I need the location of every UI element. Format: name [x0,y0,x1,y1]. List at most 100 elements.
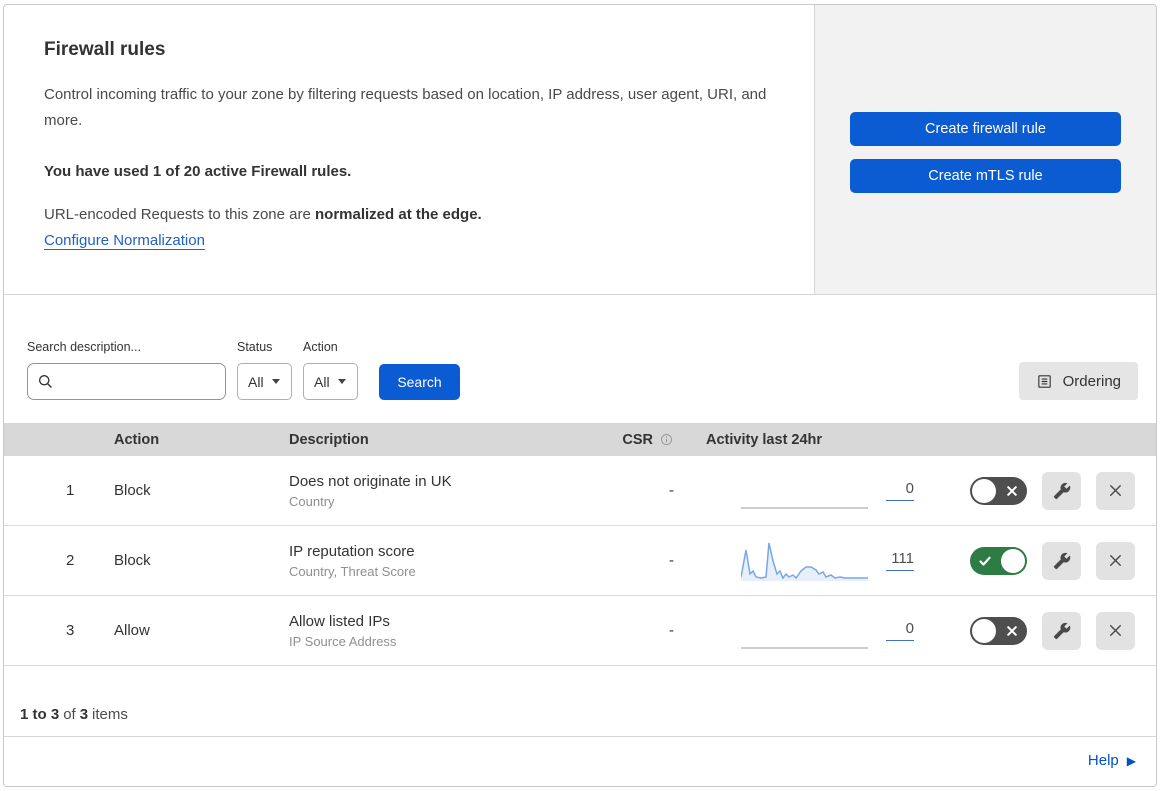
activity-count-link[interactable]: 111 [886,551,914,571]
rule-csr-value: - [669,552,674,569]
rule-controls [941,611,1156,650]
rule-description-cell: Allow listed IPs IP Source Address [289,613,596,649]
edit-rule-button[interactable] [1042,471,1081,510]
rule-controls [941,471,1156,510]
ordering-list-icon [1037,374,1051,388]
firewall-rules-page: Firewall rules Control incoming traffic … [3,4,1157,787]
activity-sparkline [741,542,868,581]
action-select[interactable]: All [303,363,358,400]
table-body: 1 Block Does not originate in UK Country… [4,456,1156,666]
rule-action: Allow [114,622,150,639]
rule-priority: 3 [66,622,75,639]
toggle-knob [972,478,996,503]
rule-controls [941,541,1156,580]
toggle-x-icon [1007,625,1017,636]
col-csr-label: CSR [622,431,653,448]
filter-controls: Search description... Status All Action … [27,340,460,400]
rule-activity-cell: 0 [686,471,941,511]
rule-description-cell: Does not originate in UK Country [289,473,596,509]
arrow-right-icon: ▶ [1126,753,1136,768]
normalization-note-text: URL-encoded Requests to this zone are [44,205,315,223]
toggle-check-icon [979,556,991,566]
help-link[interactable]: Help ▶ [1088,752,1136,769]
activity-sparkline [741,506,868,509]
status-filter: Status All [237,340,292,400]
status-select[interactable]: All [237,363,292,400]
configure-normalization-link[interactable]: Configure Normalization [44,232,205,249]
wrench-icon [1053,482,1070,499]
delete-rule-button[interactable] [1096,611,1135,650]
rule-csr-value: - [669,622,674,639]
rule-criteria: Country [289,493,335,509]
normalization-note: URL-encoded Requests to this zone are no… [44,206,774,223]
search-icon [38,374,52,388]
action-label: Action [303,340,338,354]
table-row: 2 Block IP reputation score Country, Thr… [4,526,1156,596]
page-description: Control incoming traffic to your zone by… [44,86,767,130]
close-icon [1110,625,1121,636]
rule-enabled-toggle[interactable] [970,616,1027,645]
item-total: 3 [79,706,89,723]
col-description: Description [289,431,369,448]
pagination-summary: 1 to 3 of 3 items [4,666,1156,736]
filter-bar: Search description... Status All Action … [4,295,1156,423]
search-input[interactable] [54,372,216,391]
of-text: of [63,706,76,723]
chevron-down-icon [337,379,346,384]
toggle-knob [1001,548,1025,573]
edit-rule-button[interactable] [1042,611,1081,650]
search-field: Search description... [27,340,226,400]
search-label: Search description... [27,340,141,354]
rule-description: Does not originate in UK [289,472,452,490]
search-button[interactable]: Search [379,364,460,400]
col-csr: CSR [596,432,686,448]
help-bar: Help ▶ [4,736,1156,784]
activity-sparkline [741,646,868,649]
item-range: 1 to 3 [20,706,60,723]
col-activity: Activity last 24hr [706,431,823,448]
rule-action: Block [114,552,151,569]
activity-count-link[interactable]: 0 [886,481,914,501]
help-label: Help [1087,752,1119,769]
ordering-button[interactable]: Ordering [1018,362,1138,400]
rule-priority: 1 [66,482,75,499]
header-section: Firewall rules Control incoming traffic … [4,5,1156,295]
chevron-down-icon [271,379,280,384]
rule-description-cell: IP reputation score Country, Threat Scor… [289,543,596,579]
status-select-value: All [248,373,264,390]
close-icon [1110,555,1121,566]
edit-rule-button[interactable] [1042,541,1081,580]
create-mtls-rule-button[interactable]: Create mTLS rule [850,159,1121,193]
rule-csr-value: - [669,482,674,499]
search-input-wrapper [27,363,226,400]
rule-description: Allow listed IPs [289,612,390,630]
toggle-x-icon [1007,485,1017,496]
actions-panel: Create firewall rule Create mTLS rule [814,5,1156,294]
rule-criteria: Country, Threat Score [289,563,416,579]
ordering-button-label: Ordering [1062,372,1121,390]
rule-priority: 2 [66,552,75,569]
activity-count-link[interactable]: 0 [886,621,914,641]
create-firewall-rule-button[interactable]: Create firewall rule [850,112,1121,146]
table-header: Action Description CSR Activity last 24h… [4,423,1156,456]
action-select-value: All [314,373,330,390]
rule-enabled-toggle[interactable] [970,476,1027,505]
rule-enabled-toggle[interactable] [970,546,1027,575]
rule-description: IP reputation score [289,542,415,560]
table-row: 3 Allow Allow listed IPs IP Source Addre… [4,596,1156,666]
info-icon[interactable] [659,432,674,447]
page-title: Firewall rules [44,39,166,60]
table-row: 1 Block Does not originate in UK Country… [4,456,1156,526]
delete-rule-button[interactable] [1096,471,1135,510]
rule-activity-cell: 0 [686,611,941,651]
col-action: Action [114,431,160,448]
delete-rule-button[interactable] [1096,541,1135,580]
rule-criteria: IP Source Address [289,633,397,649]
rule-action: Block [114,482,151,499]
wrench-icon [1053,552,1070,569]
items-text: items [92,706,128,723]
usage-summary: You have used 1 of 20 active Firewall ru… [44,162,352,180]
intro-card: Firewall rules Control incoming traffic … [4,5,814,294]
wrench-icon [1053,622,1070,639]
status-label: Status [237,340,273,354]
